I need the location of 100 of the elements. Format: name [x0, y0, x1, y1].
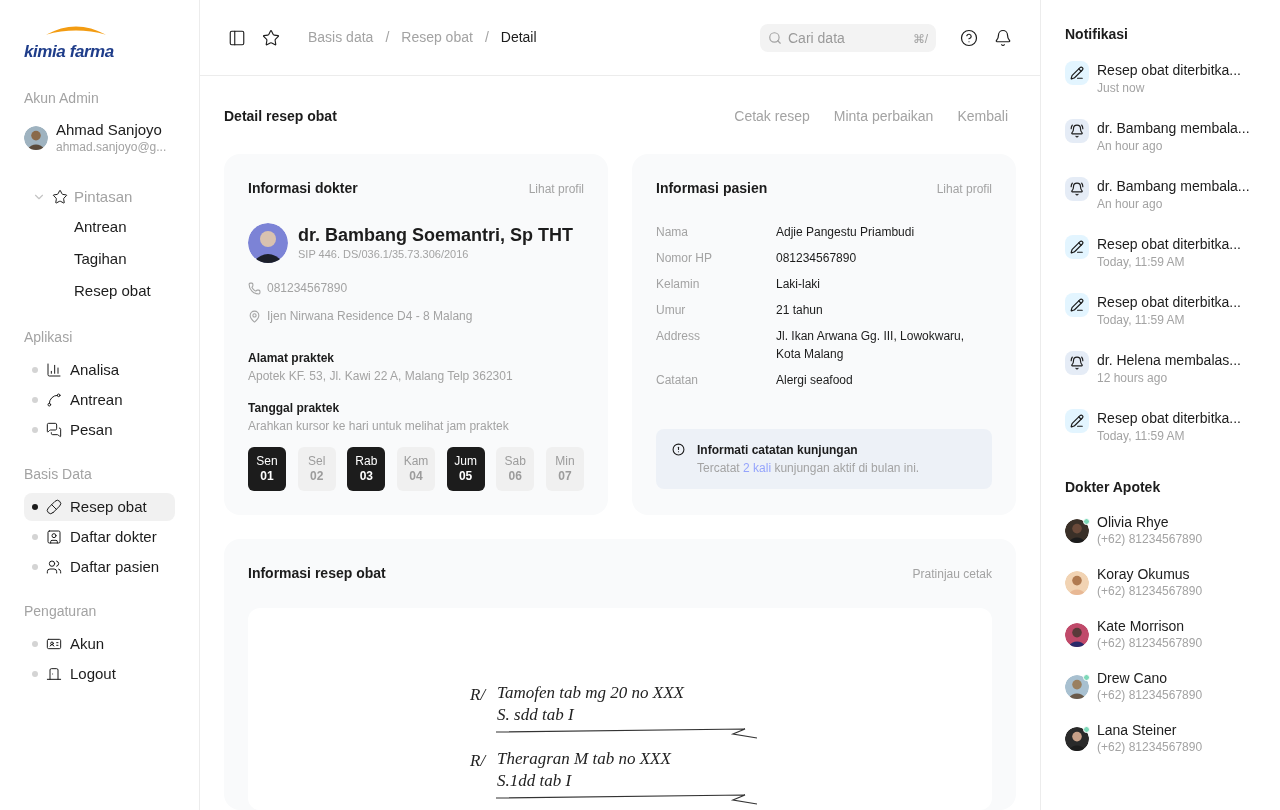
notice-text: Tercatat 2 kali kunjungan aktif di bulan ini. — [697, 460, 920, 477]
user-avatar — [24, 125, 48, 150]
field-label: Nama — [656, 224, 689, 241]
notification-item[interactable]: dr. Bambang membala... An hour ago — [1065, 177, 1256, 213]
doctor-name: Koray Okumus — [1097, 566, 1191, 583]
sidebar-item[interactable]: Antrean — [24, 385, 175, 414]
bell-icon — [1065, 119, 1089, 143]
field-label: Catatan — [656, 372, 700, 389]
search-icon — [768, 30, 782, 45]
bell-icon — [1065, 177, 1089, 201]
phone-icon — [248, 281, 261, 295]
doctor-phone: (+62) 81234567890 — [1097, 531, 1203, 548]
pencil-icon — [1065, 409, 1089, 433]
bullet-icon — [32, 670, 38, 677]
bullet-icon — [32, 366, 38, 373]
bullet-icon — [32, 563, 38, 570]
pencil-icon — [1065, 235, 1089, 259]
field-value: Laki-laki — [776, 276, 820, 293]
shortcut-item[interactable]: Resep obat — [24, 274, 175, 307]
logo: kimia farma — [24, 24, 124, 60]
sidebar-item[interactable]: Resep obat — [24, 492, 175, 521]
notification-item[interactable]: Resep obat diterbitka... Today, 11:59 AM — [1065, 235, 1256, 271]
sidebar-item[interactable]: Pesan — [24, 415, 175, 444]
prescription-line: Theragran M tab no XXX — [497, 748, 671, 770]
field-value: Jl. Ikan Arwana Gg. III, Lowokwaru, Kota Malang — [776, 328, 966, 363]
doctor-phone: (+62) 81234567890 — [1097, 583, 1203, 600]
section-heading: Basis Data — [24, 464, 93, 484]
doctor-avatar — [1065, 519, 1089, 543]
panel-title: Notifikasi — [1065, 25, 1129, 44]
prescription-symbol: R/ — [470, 684, 486, 706]
sidebar-item[interactable]: Daftar pasien — [24, 552, 175, 581]
section-heading: Aplikasi — [24, 327, 74, 347]
alert-icon — [672, 443, 685, 456]
sidebar-toggle-icon[interactable] — [228, 28, 246, 47]
bullet-icon — [32, 426, 38, 433]
location-icon — [248, 309, 261, 323]
doctor-phone: (+62) 81234567890 — [1097, 687, 1203, 704]
notification-item[interactable]: dr. Bambang membala... An hour ago — [1065, 119, 1256, 155]
bullet-icon — [32, 533, 38, 540]
panel-title: Dokter Apotek — [1065, 478, 1162, 497]
breadcrumb-link[interactable]: Detail — [500, 27, 537, 48]
card-title: Informasi pasien — [656, 179, 768, 198]
notification-icon[interactable] — [994, 28, 1012, 47]
sidebar-item[interactable]: Logout — [24, 659, 175, 688]
doctor-name: Kate Morrison — [1097, 618, 1186, 635]
pencil-icon — [1065, 293, 1089, 317]
doctor-name: Olivia Rhye — [1097, 514, 1170, 531]
section-heading: Pengaturan — [24, 601, 98, 621]
bell-icon — [1065, 351, 1089, 375]
notification-item[interactable]: Resep obat diterbitka... Today, 11:59 AM — [1065, 409, 1256, 445]
field-value: Alergi seafood — [776, 372, 853, 389]
field-label: Address — [656, 328, 702, 345]
shortcut-item[interactable]: Tagihan — [24, 242, 175, 275]
doctor-phone: (+62) 81234567890 — [1097, 739, 1203, 756]
doctor-phone: (+62) 81234567890 — [1097, 635, 1203, 652]
field-label: Alamat praktek — [248, 350, 336, 367]
field-label: Nomor HP — [656, 250, 713, 267]
breadcrumb-separator: / — [484, 28, 489, 47]
field-label: Tanggal praktek — [248, 400, 341, 417]
practice-days-hint: Arahkan kursor ke hari untuk melihat jam praktek — [248, 418, 510, 435]
shortcut-hint: ⌘/ — [912, 30, 928, 48]
user-name: Ahmad Sanjoyo — [56, 121, 163, 140]
notification-item[interactable]: Resep obat diterbitka... Just now — [1065, 61, 1256, 97]
bullet-icon — [32, 396, 38, 403]
field-value: Adjie Pangestu Priambudi — [776, 224, 915, 241]
help-icon[interactable] — [960, 28, 978, 47]
card-title: Informasi resep obat — [248, 564, 386, 583]
doctor-phone: 081234567890 — [267, 280, 348, 297]
prescription-line: S. sdd tab I — [497, 704, 575, 726]
notice-title: Informati catatan kunjungan — [697, 442, 859, 459]
prescription-line: S.1dd tab I — [497, 770, 573, 792]
bullet-icon — [32, 503, 38, 510]
sidebar-item[interactable]: Analisa — [24, 355, 175, 384]
doctor-avatar — [1065, 675, 1089, 699]
field-label: Kelamin — [656, 276, 701, 293]
sidebar-item[interactable]: Daftar dokter — [24, 522, 175, 551]
prescription-symbol: R/ — [470, 750, 486, 772]
day-chip[interactable]: Sen 01 — [248, 447, 286, 491]
practice-address: Apotek KF. 53, Jl. Kawi 22 A, Malang Telp 362301 — [248, 368, 514, 385]
sidebar-item[interactable]: Akun — [24, 629, 175, 658]
doctor-avatar — [248, 223, 288, 263]
shortcut-item[interactable]: Antrean — [24, 210, 175, 243]
notification-item[interactable]: Resep obat diterbitka... Today, 11:59 AM — [1065, 293, 1256, 329]
user-email: ahmad.sanjoyo@g... — [56, 139, 167, 155]
favorite-icon[interactable] — [262, 28, 280, 47]
doctor-name: dr. Bambang Soemantri, Sp THT — [298, 223, 574, 246]
section-heading: Akun Admin — [24, 89, 100, 108]
doctor-avatar — [1065, 727, 1089, 751]
prescription-line: Tamofen tab mg 20 no XXX — [497, 682, 684, 704]
bullet-icon — [32, 640, 38, 647]
field-value: 21 tahun — [776, 302, 823, 319]
notification-item[interactable]: dr. Helena membalas... 12 hours ago — [1065, 351, 1256, 387]
license-number: SIP 446. DS/036.1/35.73.306/2016 — [298, 247, 470, 262]
breadcrumb-separator: / — [385, 28, 390, 47]
field-label: Umur — [656, 302, 687, 319]
page-title: Detail resep obat — [224, 106, 337, 126]
day-chip[interactable]: Rab 03 — [347, 447, 386, 491]
doctor-name: Lana Steiner — [1097, 722, 1178, 739]
doctor-name: Drew Cano — [1097, 670, 1169, 687]
day-chip[interactable]: Jum 05 — [446, 447, 485, 491]
